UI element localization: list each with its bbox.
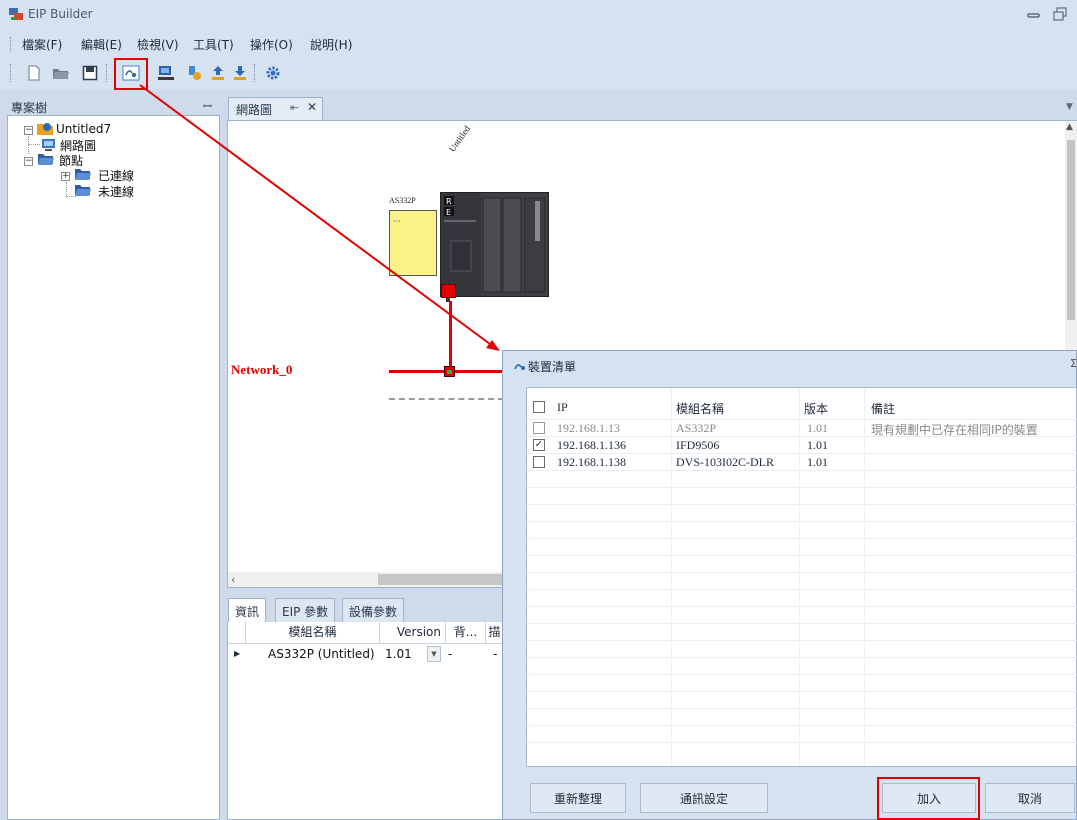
cancel-button[interactable]: 取消 <box>985 783 1075 813</box>
grid-header-col3[interactable]: 背... <box>446 622 486 644</box>
row-divider <box>527 657 1077 658</box>
grid-cell-col4: - <box>493 647 498 661</box>
row-divider <box>527 521 1077 522</box>
device-version[interactable]: 1.01 <box>807 455 828 470</box>
row-divider <box>527 708 1077 709</box>
scroll-left-icon[interactable]: ‹ <box>231 573 235 586</box>
horizontal-scrollbar-thumb[interactable] <box>378 574 503 585</box>
row-checkbox[interactable] <box>533 456 545 468</box>
grid-cell-module-name[interactable]: AS332P (Untitled) <box>268 644 375 665</box>
device-module[interactable]: IFD9506 <box>676 438 719 453</box>
row-divider <box>527 742 1077 743</box>
row-divider <box>527 725 1077 726</box>
column-header-note: 備註 <box>871 402 896 416</box>
column-header-ip: IP <box>557 400 568 414</box>
row-divider <box>527 470 1077 471</box>
device-ip[interactable]: 192.168.1.138 <box>557 455 626 470</box>
column-divider <box>799 388 800 766</box>
device-module: AS332P <box>676 421 717 435</box>
row-divider <box>527 674 1077 675</box>
row-divider <box>527 572 1077 573</box>
dialog-close-icon[interactable]: Σ <box>1070 357 1077 370</box>
grid-row-header <box>228 622 246 644</box>
comm-settings-button[interactable]: 通訊設定 <box>640 783 768 813</box>
device-note: 現有規劃中已存在相同IP的裝置 <box>871 423 1038 437</box>
row-divider <box>527 487 1077 488</box>
column-divider <box>671 388 672 766</box>
device-module[interactable]: DVS-103I02C-DLR <box>676 455 774 470</box>
select-all-checkbox[interactable] <box>533 401 545 413</box>
row-divider <box>527 419 1077 420</box>
column-header-version: 版本 <box>804 402 829 416</box>
row-divider <box>527 555 1077 556</box>
device-version: 1.01 <box>807 421 828 435</box>
add-button-highlight <box>877 777 980 820</box>
tab-device-params[interactable]: 設備參數 <box>342 598 405 622</box>
row-divider <box>527 640 1077 641</box>
row-divider <box>527 504 1077 505</box>
row-divider <box>527 606 1077 607</box>
row-divider <box>527 453 1077 454</box>
tab-eip-params[interactable]: EIP 參數 <box>275 598 336 622</box>
tab-info[interactable]: 資訊 <box>228 598 267 622</box>
row-divider <box>527 589 1077 590</box>
row-indicator-icon: ▶ <box>234 649 241 658</box>
column-header-module: 模組名稱 <box>676 402 725 416</box>
grid-header-module-name[interactable]: 模組名稱 <box>246 622 380 644</box>
refresh-button[interactable]: 重新整理 <box>530 783 626 813</box>
grid-header-version[interactable]: Version <box>380 622 446 644</box>
grid-cell-col3: - <box>448 647 453 661</box>
row-divider <box>527 691 1077 692</box>
version-dropdown-icon[interactable]: ▼ <box>427 646 441 662</box>
row-divider <box>527 623 1077 624</box>
grid-cell-version[interactable]: 1.01 <box>385 644 412 665</box>
device-version[interactable]: 1.01 <box>807 438 828 453</box>
dialog-scan-icon <box>513 360 527 375</box>
row-checkbox <box>533 422 545 434</box>
dialog-title: 裝置清單 <box>528 360 577 374</box>
device-ip: 192.168.1.13 <box>557 421 620 435</box>
row-checkbox-checked[interactable]: ✓ <box>533 439 545 451</box>
device-ip[interactable]: 192.168.1.136 <box>557 438 626 453</box>
column-divider <box>864 388 865 766</box>
row-divider <box>527 538 1077 539</box>
